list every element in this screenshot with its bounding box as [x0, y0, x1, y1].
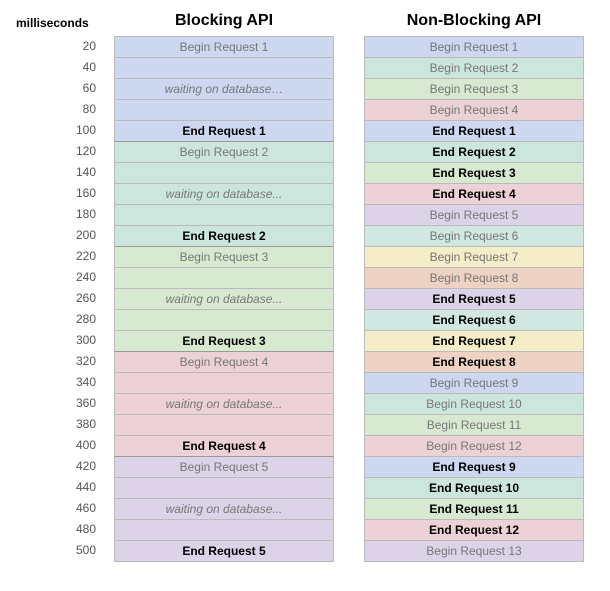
blocking-cell	[114, 205, 334, 226]
blocking-cell	[114, 415, 334, 436]
ms-tick: 220	[14, 246, 114, 267]
ms-tick: 160	[14, 183, 114, 204]
ms-tick: 180	[14, 204, 114, 225]
nonblocking-cell: Begin Request 10	[364, 394, 584, 415]
lane-gap	[334, 36, 364, 562]
ms-tick: 320	[14, 351, 114, 372]
blocking-cell: Begin Request 5	[114, 457, 334, 478]
nonblocking-cell: End Request 7	[364, 331, 584, 352]
blocking-cell: Begin Request 2	[114, 142, 334, 163]
blocking-cell: waiting on database...	[114, 394, 334, 415]
blocking-cell	[114, 520, 334, 541]
blocking-cell	[114, 268, 334, 289]
ms-tick: 100	[14, 120, 114, 141]
nonblocking-cell: End Request 12	[364, 520, 584, 541]
nonblocking-cell: Begin Request 4	[364, 100, 584, 121]
ms-tick: 80	[14, 99, 114, 120]
nonblocking-cell: End Request 3	[364, 163, 584, 184]
nonblocking-cell: Begin Request 8	[364, 268, 584, 289]
blocking-cell: End Request 4	[114, 436, 334, 457]
nonblocking-cell: End Request 5	[364, 289, 584, 310]
ms-tick: 120	[14, 141, 114, 162]
ms-tick: 20	[14, 36, 114, 57]
blocking-cell: Begin Request 1	[114, 37, 334, 58]
ms-tick: 40	[14, 57, 114, 78]
ms-tick: 60	[14, 78, 114, 99]
nonblocking-cell: End Request 2	[364, 142, 584, 163]
milliseconds-column: 2040608010012014016018020022024026028030…	[14, 36, 114, 562]
header-row: milliseconds Blocking API Non-Blocking A…	[14, 12, 596, 30]
milliseconds-header: milliseconds	[14, 16, 114, 30]
nonblocking-cell: End Request 9	[364, 457, 584, 478]
blocking-cell	[114, 373, 334, 394]
nonblocking-cell: End Request 11	[364, 499, 584, 520]
blocking-cell: Begin Request 3	[114, 247, 334, 268]
nonblocking-cell: Begin Request 11	[364, 415, 584, 436]
blocking-column-header: Blocking API	[114, 12, 334, 30]
blocking-cell: waiting on database...	[114, 184, 334, 205]
blocking-cell: End Request 1	[114, 121, 334, 142]
blocking-cell: End Request 3	[114, 331, 334, 352]
nonblocking-column-header: Non-Blocking API	[364, 12, 584, 30]
blocking-cell: End Request 2	[114, 226, 334, 247]
blocking-cell: waiting on database...	[114, 289, 334, 310]
nonblocking-cell: Begin Request 13	[364, 541, 584, 562]
nonblocking-cell: Begin Request 3	[364, 79, 584, 100]
ms-tick: 380	[14, 414, 114, 435]
nonblocking-cell: End Request 6	[364, 310, 584, 331]
blocking-cell	[114, 163, 334, 184]
ms-tick: 500	[14, 540, 114, 561]
ms-tick: 240	[14, 267, 114, 288]
ms-tick: 360	[14, 393, 114, 414]
nonblocking-cell: Begin Request 12	[364, 436, 584, 457]
nonblocking-cell: Begin Request 2	[364, 58, 584, 79]
nonblocking-cell: End Request 1	[364, 121, 584, 142]
blocking-cell: waiting on database...	[114, 499, 334, 520]
ms-tick: 200	[14, 225, 114, 246]
blocking-cell: Begin Request 4	[114, 352, 334, 373]
blocking-cell	[114, 310, 334, 331]
ms-tick: 140	[14, 162, 114, 183]
ms-tick: 440	[14, 477, 114, 498]
nonblocking-cell: Begin Request 6	[364, 226, 584, 247]
nonblocking-lane: Begin Request 1Begin Request 2Begin Requ…	[364, 36, 584, 562]
nonblocking-cell: Begin Request 7	[364, 247, 584, 268]
blocking-lane: Begin Request 1 waiting on database… End R…	[114, 36, 334, 562]
nonblocking-cell: Begin Request 5	[364, 205, 584, 226]
ms-tick: 400	[14, 435, 114, 456]
blocking-cell	[114, 100, 334, 121]
nonblocking-cell: End Request 4	[364, 184, 584, 205]
ms-tick: 480	[14, 519, 114, 540]
blocking-cell	[114, 478, 334, 499]
ms-tick: 300	[14, 330, 114, 351]
nonblocking-cell: End Request 8	[364, 352, 584, 373]
ms-tick: 460	[14, 498, 114, 519]
blocking-cell: End Request 5	[114, 541, 334, 562]
nonblocking-cell: Begin Request 1	[364, 37, 584, 58]
ms-tick: 280	[14, 309, 114, 330]
timeline-grid: 2040608010012014016018020022024026028030…	[14, 36, 596, 562]
ms-tick: 340	[14, 372, 114, 393]
nonblocking-cell: End Request 10	[364, 478, 584, 499]
ms-tick: 420	[14, 456, 114, 477]
nonblocking-cell: Begin Request 9	[364, 373, 584, 394]
blocking-cell	[114, 58, 334, 79]
blocking-cell: waiting on database…	[114, 79, 334, 100]
ms-tick: 260	[14, 288, 114, 309]
